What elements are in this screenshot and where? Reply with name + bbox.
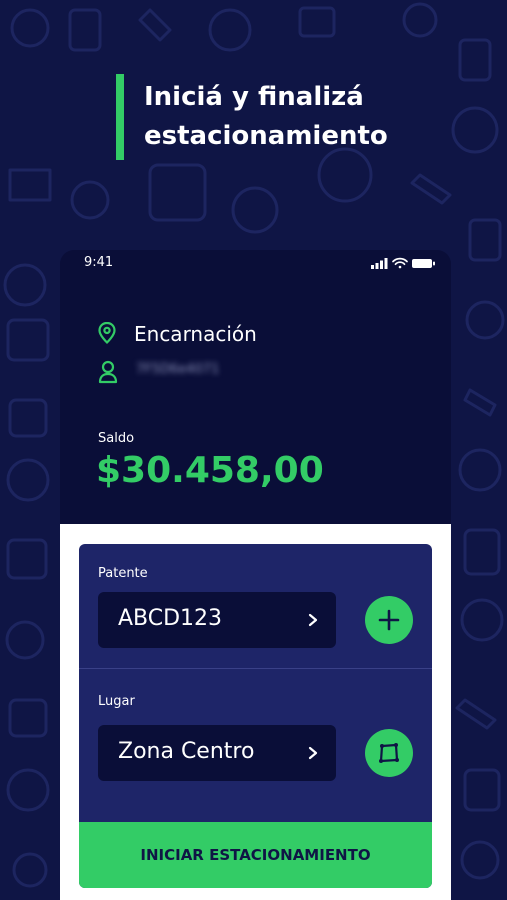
chevron-right-icon <box>308 746 318 760</box>
user-id: 7F5D6e4071 <box>136 362 220 377</box>
place-selector[interactable]: Zona Centro <box>98 725 336 781</box>
signal-icon <box>371 258 388 269</box>
wifi-icon <box>392 257 408 269</box>
user-icon <box>98 360 118 384</box>
status-icons <box>371 257 435 269</box>
status-bar: 9:41 <box>60 250 451 278</box>
user-row: 7F5D6e4071 <box>98 360 219 384</box>
balance-amount: $30.458,00 <box>96 450 324 491</box>
map-area-icon <box>379 743 399 763</box>
battery-icon <box>412 259 435 268</box>
location-label: Encarnación <box>134 322 257 346</box>
start-parking-button[interactable]: INICIAR ESTACIONAMIENTO <box>79 822 432 888</box>
card-divider <box>79 668 432 669</box>
plate-value: ABCD123 <box>118 606 223 631</box>
headline-line-2: estacionamiento <box>144 121 388 151</box>
status-time: 9:41 <box>84 255 114 270</box>
plus-icon <box>378 609 400 631</box>
location-row: Encarnación <box>98 321 257 348</box>
plate-label: Patente <box>98 566 148 581</box>
plate-selector[interactable]: ABCD123 <box>98 592 336 648</box>
headline-text: Iniciá y finalizá estacionamiento <box>144 78 484 156</box>
place-value: Zona Centro <box>118 739 255 764</box>
parking-card: Patente ABCD123 Lugar Zona Centro INICIA… <box>79 544 432 888</box>
chevron-right-icon <box>308 613 318 627</box>
balance-label: Saldo <box>98 431 135 446</box>
place-label: Lugar <box>98 694 135 709</box>
phone-screen: 9:41 Encarnación 7F5D6e4071 Saldo $30.45… <box>60 250 451 900</box>
headline-line-1: Iniciá y finalizá <box>144 82 364 112</box>
add-plate-button[interactable] <box>365 596 413 644</box>
headline: Iniciá y finalizá estacionamiento <box>116 74 476 160</box>
map-area-button[interactable] <box>365 729 413 777</box>
start-parking-label: INICIAR ESTACIONAMIENTO <box>140 846 371 864</box>
location-pin-icon <box>98 321 116 345</box>
headline-accent-bar <box>116 74 124 160</box>
